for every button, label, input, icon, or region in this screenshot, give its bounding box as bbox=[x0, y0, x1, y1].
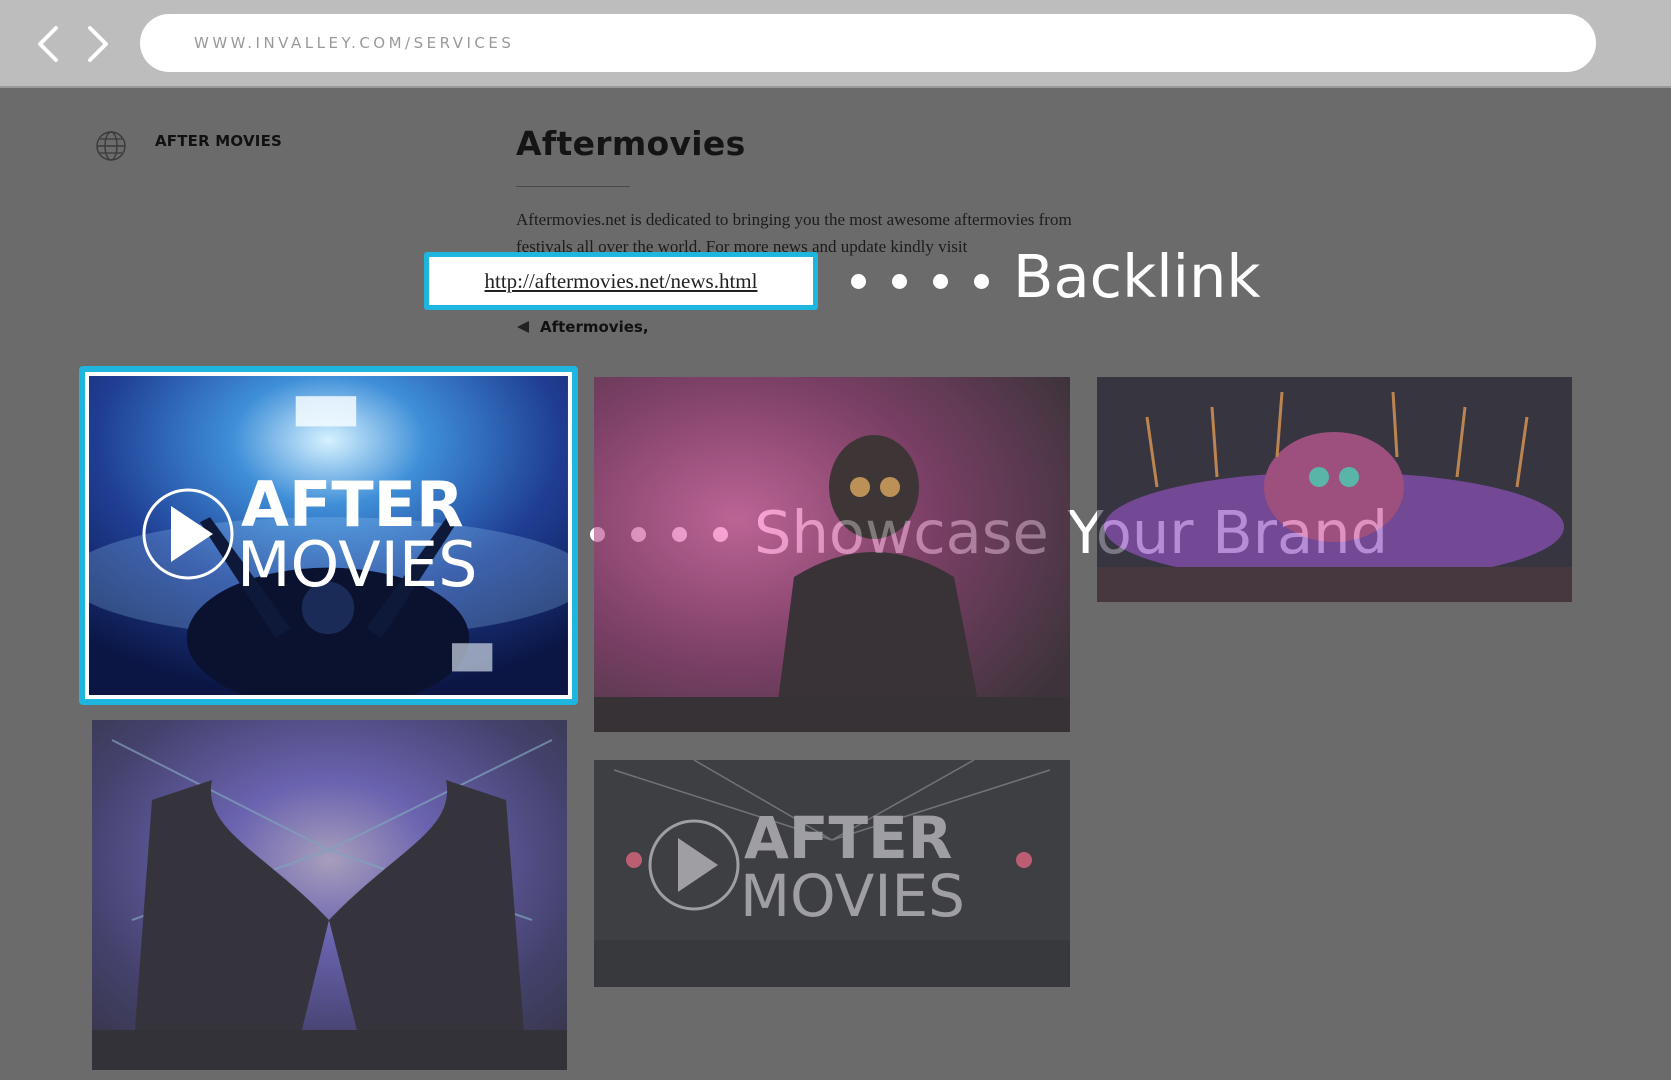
brand-highlight: AFTER MOVIES bbox=[79, 366, 578, 705]
back-button[interactable] bbox=[32, 22, 66, 66]
gallery-tile-heart-hands[interactable] bbox=[92, 720, 567, 1070]
browser-toolbar bbox=[0, 0, 1671, 88]
svg-text:MOVIES: MOVIES bbox=[237, 528, 477, 601]
backlink-callout: Backlink bbox=[1013, 242, 1261, 311]
dj-photo bbox=[594, 377, 1070, 732]
tag-row: Aftermovies, bbox=[516, 318, 649, 336]
sidebar-category-label[interactable]: AFTER MOVIES bbox=[155, 132, 282, 150]
backlink-connector-dots bbox=[851, 274, 989, 289]
url-input[interactable] bbox=[192, 33, 1596, 53]
gallery-tile-aftermovies-logo[interactable]: AFTER MOVIES bbox=[89, 376, 568, 695]
page-content: AFTER MOVIES Aftermovies Aftermovies.net… bbox=[0, 88, 1671, 1080]
backlink-url[interactable]: http://aftermovies.net/news.html bbox=[485, 269, 758, 294]
heart-hands-photo bbox=[92, 720, 567, 1070]
address-bar[interactable] bbox=[140, 14, 1596, 72]
globe-icon bbox=[96, 131, 126, 161]
gallery-tile-dj[interactable] bbox=[594, 377, 1070, 732]
tag-arrow-icon bbox=[517, 321, 529, 333]
forward-button[interactable] bbox=[80, 22, 114, 66]
backlink-highlight: http://aftermovies.net/news.html bbox=[424, 252, 818, 310]
crowd-logo-movies: MOVIES bbox=[740, 862, 965, 930]
chevron-right-icon bbox=[88, 26, 108, 62]
title-divider bbox=[516, 186, 630, 187]
tag-label[interactable]: Aftermovies, bbox=[540, 318, 649, 336]
page-title: Aftermovies bbox=[516, 124, 746, 163]
chevron-left-icon bbox=[38, 26, 58, 62]
gallery-tile-stage[interactable] bbox=[1097, 377, 1572, 602]
stage-photo bbox=[1097, 377, 1572, 602]
gallery-tile-crowd[interactable]: AFTER MOVIES bbox=[594, 760, 1070, 987]
aftermovies-logo: AFTER MOVIES bbox=[142, 468, 477, 601]
crowd-photo: AFTER MOVIES bbox=[594, 760, 1070, 987]
